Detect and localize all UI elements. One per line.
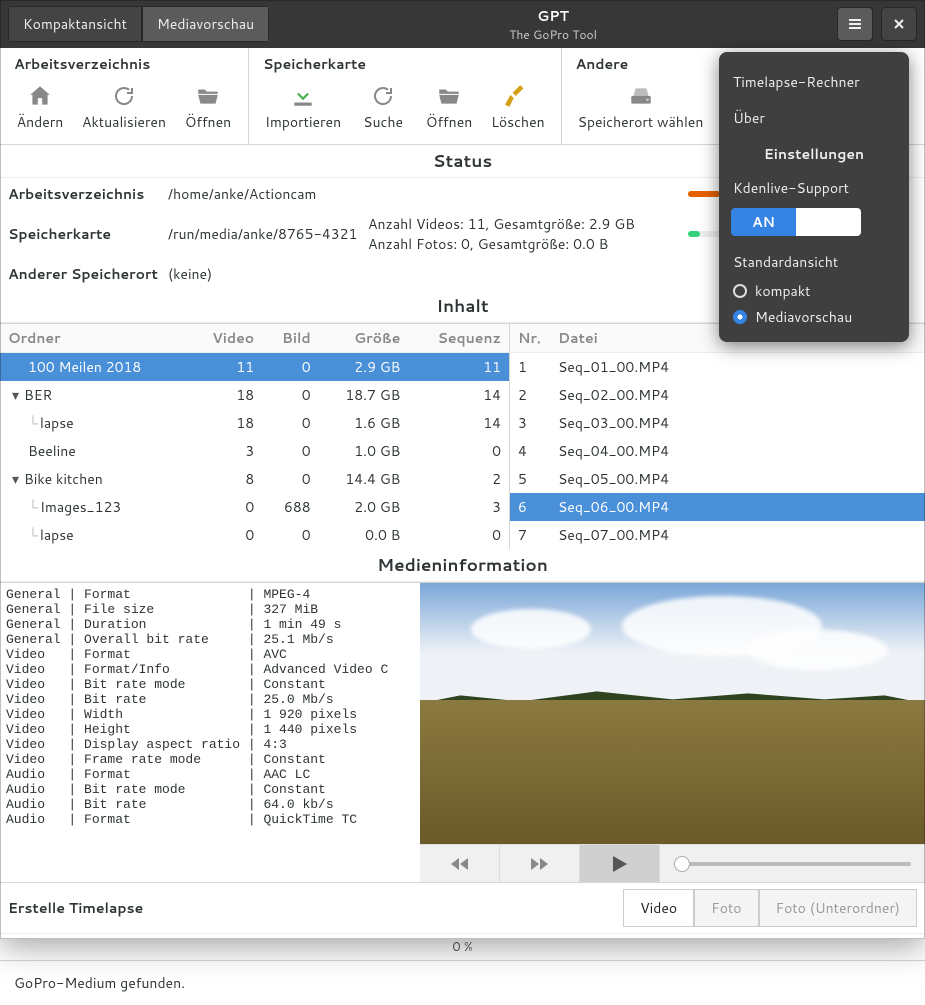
timelapse-label: Erstelle Timelapse (8, 898, 208, 918)
rewind-button[interactable] (420, 845, 500, 882)
home-icon (26, 82, 54, 110)
forward-icon (531, 857, 549, 871)
view-switcher: Kompaktansicht Mediavorschau (8, 6, 269, 42)
media-preview-button[interactable]: Mediavorschau (142, 6, 269, 42)
search-button[interactable]: Suche (353, 78, 413, 136)
table-row[interactable]: ▾BER18018.7 GB14 (0, 381, 509, 409)
table-row[interactable]: 2Seq_02_00.MP4 (510, 381, 925, 409)
statusbar: GoPro-Medium gefunden. (0, 960, 925, 1005)
folder-open-icon (194, 82, 222, 110)
drive-icon (627, 82, 655, 110)
open-workdir-button[interactable]: Öffnen (178, 78, 238, 136)
bottom-bar: Erstelle Timelapse Video Foto Foto (Unte… (0, 882, 925, 933)
media-preview (420, 583, 925, 882)
table-row[interactable]: 6Seq_06_00.MP4 (510, 493, 925, 521)
rewind-icon (451, 857, 469, 871)
close-icon (892, 17, 906, 31)
kdenlive-switch[interactable]: AN (731, 208, 861, 236)
app-title: GPT (269, 6, 837, 26)
table-row[interactable]: └lapse1801.6 GB14 (0, 409, 509, 437)
forward-button[interactable] (500, 845, 580, 882)
file-list[interactable]: Nr. Datei 1Seq_01_00.MP42Seq_02_00.MP43S… (510, 324, 925, 549)
hamburger-menu-button[interactable] (837, 7, 873, 41)
toolbar-group-workdir: Arbeitsverzeichnis Ändern Aktualisieren … (0, 48, 249, 144)
refresh-icon (369, 82, 397, 110)
titlebar: Kompaktansicht Mediavorschau GPT The GoP… (0, 0, 925, 48)
inhalt-panel: Ordner Video Bild Größe Sequenz 100 Meil… (0, 323, 925, 549)
col-folder[interactable]: Ordner (0, 324, 189, 353)
menu-about[interactable]: Über (731, 100, 897, 136)
choose-location-button[interactable]: Speicherort wählen (572, 78, 710, 136)
refresh-button[interactable]: Aktualisieren (76, 78, 172, 136)
mediainfo-panel: General | Format | MPEG-4 General | File… (0, 582, 925, 882)
col-size[interactable]: Größe (319, 324, 409, 353)
col-nr[interactable]: Nr. (510, 324, 550, 353)
col-seq[interactable]: Sequenz (408, 324, 509, 353)
col-video[interactable]: Video (189, 324, 262, 353)
toolbar-group-card: Speicherkarte Importieren Suche Öffnen L… (249, 48, 562, 144)
table-row[interactable]: ▾Bike kitchen8014.4 GB2 (0, 465, 509, 493)
radio-compact[interactable]: kompakt (731, 278, 897, 304)
workdir-label: Arbeitsverzeichnis (8, 184, 168, 204)
compact-view-button[interactable]: Kompaktansicht (8, 6, 142, 42)
close-button[interactable] (881, 7, 917, 41)
table-row[interactable]: └lapse000.0 B0 (0, 521, 509, 549)
group-label: Arbeitsverzeichnis (10, 52, 238, 78)
open-card-button[interactable]: Öffnen (419, 78, 479, 136)
hamburger-popover: Timelapse-Rechner Über Einstellungen Kde… (719, 52, 909, 342)
table-row[interactable]: 3Seq_03_00.MP4 (510, 409, 925, 437)
folder-open-icon (435, 82, 463, 110)
mediainfo-text: General | Format | MPEG-4 General | File… (0, 583, 420, 882)
default-view-label: Standardansicht (731, 246, 897, 278)
app-subtitle: The GoPro Tool (269, 26, 837, 43)
workdir-path: /home/anke/Actioncam (168, 184, 368, 204)
table-row[interactable]: └Images_12306882.0 GB3 (0, 493, 509, 521)
tab-foto[interactable]: Foto (694, 889, 758, 927)
card-stats: Anzahl Videos: 11, Gesamtgröße: 2.9 GB A… (368, 214, 688, 254)
other-loc-label: Anderer Speicherort (8, 264, 168, 284)
menu-timelapse-calc[interactable]: Timelapse-Rechner (731, 64, 897, 100)
refresh-icon (110, 82, 138, 110)
group-label: Speicherkarte (259, 52, 551, 78)
table-row[interactable]: 5Seq_05_00.MP4 (510, 465, 925, 493)
table-row[interactable]: 1Seq_01_00.MP4 (510, 353, 925, 382)
delete-button[interactable]: Löschen (485, 78, 551, 136)
table-row[interactable]: 7Seq_07_00.MP4 (510, 521, 925, 549)
play-button[interactable] (580, 845, 660, 882)
table-row[interactable]: 4Seq_04_00.MP4 (510, 437, 925, 465)
mediainfo-title: Medieninformation (0, 549, 925, 582)
player-controls (420, 844, 925, 882)
table-row[interactable]: Beeline301.0 GB0 (0, 437, 509, 465)
output-tabs: Video Foto Foto (Unterordner) (623, 889, 917, 927)
hamburger-icon (847, 16, 863, 32)
tab-foto-sub[interactable]: Foto (Unterordner) (759, 889, 917, 927)
menu-settings-header: Einstellungen (731, 136, 897, 172)
progress-bar: 0 % (0, 933, 925, 960)
tab-video[interactable]: Video (623, 889, 694, 927)
card-path: /run/media/anke/8765-4321 (168, 224, 368, 244)
change-button[interactable]: Ändern (10, 78, 70, 136)
title-center: GPT The GoPro Tool (269, 6, 837, 43)
other-loc-value: (keine) (168, 264, 368, 284)
folder-tree[interactable]: Ordner Video Bild Größe Sequenz 100 Meil… (0, 324, 510, 549)
col-image[interactable]: Bild (262, 324, 318, 353)
play-icon (613, 856, 627, 872)
card-label: Speicherkarte (8, 224, 168, 244)
preview-image (420, 583, 925, 844)
switch-on-label: AN (731, 212, 796, 232)
table-row[interactable]: 100 Meilen 20181102.9 GB11 (0, 353, 509, 382)
kdenlive-support-label: Kdenlive-Support (731, 172, 897, 204)
import-icon (289, 82, 317, 110)
import-button[interactable]: Importieren (259, 78, 347, 136)
broom-icon (504, 82, 532, 110)
seek-slider[interactable] (660, 862, 925, 866)
radio-preview[interactable]: Mediavorschau (731, 304, 897, 330)
